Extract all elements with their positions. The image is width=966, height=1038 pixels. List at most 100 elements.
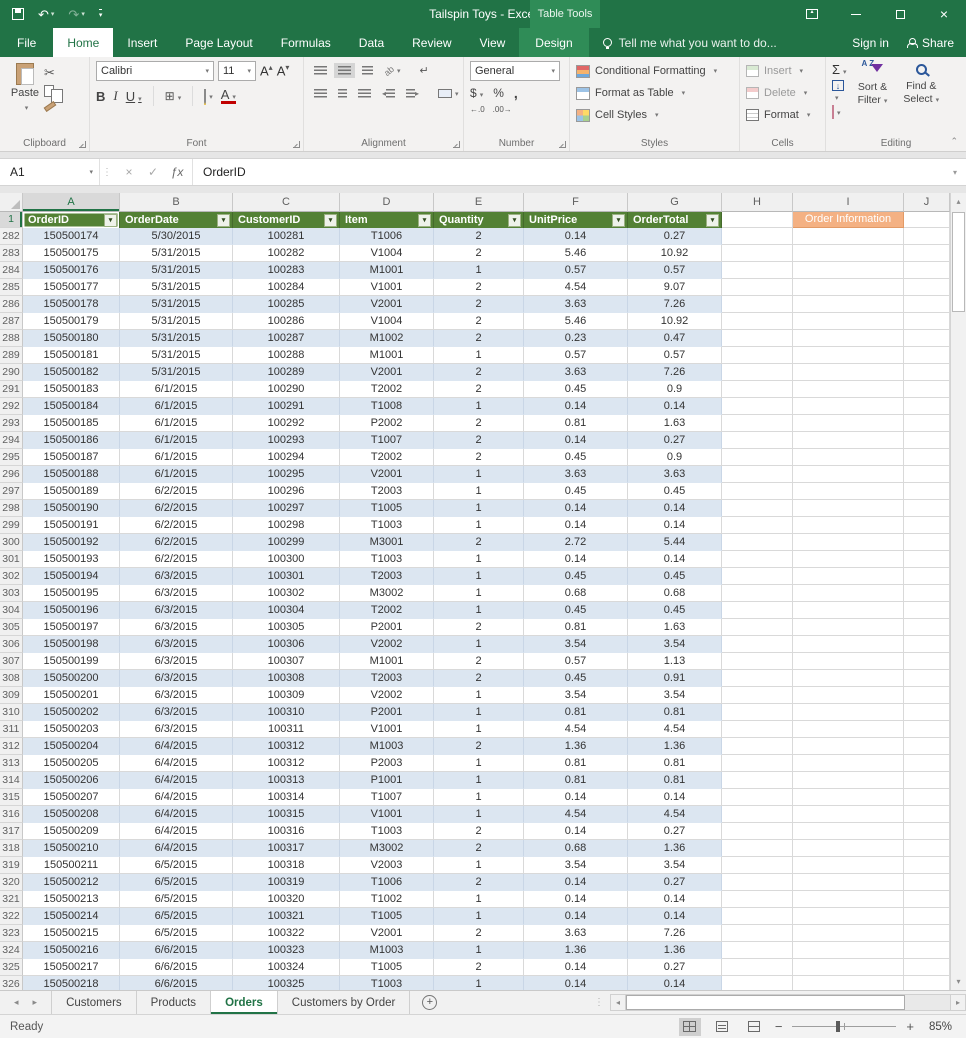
cell[interactable]: [904, 228, 950, 245]
cell[interactable]: 1: [434, 891, 524, 908]
share-button[interactable]: Share: [906, 36, 954, 50]
cell[interactable]: 150500213: [23, 891, 120, 908]
column-header-f[interactable]: F: [524, 193, 628, 212]
cell-styles-button[interactable]: Cell Styles: [576, 104, 733, 126]
accounting-format-button[interactable]: $: [470, 86, 483, 100]
cell[interactable]: 100286: [233, 313, 340, 330]
scroll-left-icon[interactable]: ◂: [610, 994, 626, 1011]
row-header-309[interactable]: 309: [0, 687, 23, 704]
cell[interactable]: 150500175: [23, 245, 120, 262]
cell[interactable]: [722, 364, 793, 381]
cell[interactable]: 0.81: [628, 704, 722, 721]
cell[interactable]: 0.68: [524, 585, 628, 602]
cell[interactable]: 0.57: [628, 347, 722, 364]
cell[interactable]: [904, 313, 950, 330]
cell[interactable]: 100295: [233, 466, 340, 483]
cell[interactable]: 2.72: [524, 534, 628, 551]
cell[interactable]: 0.91: [628, 670, 722, 687]
cell[interactable]: [722, 823, 793, 840]
row-header-325[interactable]: 325: [0, 959, 23, 976]
cell[interactable]: T2003: [340, 568, 434, 585]
cell[interactable]: 0.14: [628, 976, 722, 990]
cell[interactable]: [793, 262, 904, 279]
cell[interactable]: [793, 704, 904, 721]
cell[interactable]: [904, 806, 950, 823]
cell[interactable]: 100324: [233, 959, 340, 976]
tab-insert[interactable]: Insert: [113, 28, 171, 57]
grow-font-button[interactable]: A▴: [260, 63, 273, 78]
cell[interactable]: [904, 585, 950, 602]
cell[interactable]: 3.54: [524, 687, 628, 704]
sheet-tab-products[interactable]: Products: [137, 991, 212, 1014]
cell-h1[interactable]: [722, 212, 793, 228]
cell[interactable]: 100297: [233, 500, 340, 517]
cell[interactable]: 4.54: [524, 279, 628, 296]
cell[interactable]: 4.54: [524, 721, 628, 738]
cell[interactable]: 5.46: [524, 313, 628, 330]
column-header-b[interactable]: B: [120, 193, 233, 212]
maximize-button[interactable]: [878, 0, 922, 28]
row-header-319[interactable]: 319: [0, 857, 23, 874]
cell[interactable]: 0.27: [628, 874, 722, 891]
cell[interactable]: 6/4/2015: [120, 823, 233, 840]
cell[interactable]: 150500203: [23, 721, 120, 738]
cell[interactable]: 1.13: [628, 653, 722, 670]
cell[interactable]: [904, 330, 950, 347]
cell[interactable]: T1003: [340, 517, 434, 534]
cell[interactable]: [722, 755, 793, 772]
cell[interactable]: 100283: [233, 262, 340, 279]
cell-j1[interactable]: [904, 212, 950, 228]
align-right-button[interactable]: [354, 86, 375, 101]
cell[interactable]: 0.23: [524, 330, 628, 347]
cell[interactable]: [722, 874, 793, 891]
cell[interactable]: 1.63: [628, 619, 722, 636]
cell[interactable]: 0.68: [628, 585, 722, 602]
cell[interactable]: 150500174: [23, 228, 120, 245]
cell[interactable]: 2: [434, 296, 524, 313]
cell[interactable]: 3.63: [628, 466, 722, 483]
cell[interactable]: 3.54: [524, 857, 628, 874]
cell[interactable]: 1: [434, 602, 524, 619]
cell[interactable]: 100316: [233, 823, 340, 840]
font-size-select[interactable]: 11: [218, 61, 256, 81]
cell[interactable]: 6/4/2015: [120, 772, 233, 789]
merge-center-button[interactable]: [434, 86, 463, 101]
cell[interactable]: [904, 398, 950, 415]
cell[interactable]: 150500194: [23, 568, 120, 585]
cell[interactable]: [904, 619, 950, 636]
cell[interactable]: 100289: [233, 364, 340, 381]
cell[interactable]: 0.45: [628, 568, 722, 585]
cell[interactable]: 100318: [233, 857, 340, 874]
cell[interactable]: 0.14: [524, 908, 628, 925]
cell[interactable]: 3.63: [524, 466, 628, 483]
cell[interactable]: [793, 619, 904, 636]
column-header-h[interactable]: H: [722, 193, 793, 212]
cell[interactable]: [904, 381, 950, 398]
cell[interactable]: 6/4/2015: [120, 738, 233, 755]
cell[interactable]: [904, 279, 950, 296]
cell[interactable]: V1001: [340, 279, 434, 296]
cell[interactable]: 0.45: [524, 483, 628, 500]
cell[interactable]: 100306: [233, 636, 340, 653]
cell[interactable]: 6/2/2015: [120, 551, 233, 568]
cell[interactable]: [722, 313, 793, 330]
cell[interactable]: 100319: [233, 874, 340, 891]
cell[interactable]: 0.81: [524, 619, 628, 636]
cell[interactable]: 0.47: [628, 330, 722, 347]
cell[interactable]: 0.14: [628, 891, 722, 908]
cell[interactable]: 150500198: [23, 636, 120, 653]
cell[interactable]: [793, 398, 904, 415]
row-header-304[interactable]: 304: [0, 602, 23, 619]
cell[interactable]: 1: [434, 806, 524, 823]
redo-button[interactable]: ↷: [68, 8, 84, 21]
cell[interactable]: 100307: [233, 653, 340, 670]
cell[interactable]: [793, 585, 904, 602]
row-header-317[interactable]: 317: [0, 823, 23, 840]
table-header-orderdate[interactable]: OrderDate: [120, 212, 233, 228]
page-break-view-button[interactable]: [743, 1018, 765, 1036]
filter-button-item[interactable]: [418, 213, 431, 227]
increase-decimal-button[interactable]: ←.0: [470, 105, 485, 114]
row-header-288[interactable]: 288: [0, 330, 23, 347]
cell[interactable]: 0.14: [524, 823, 628, 840]
align-left-button[interactable]: [310, 86, 331, 101]
